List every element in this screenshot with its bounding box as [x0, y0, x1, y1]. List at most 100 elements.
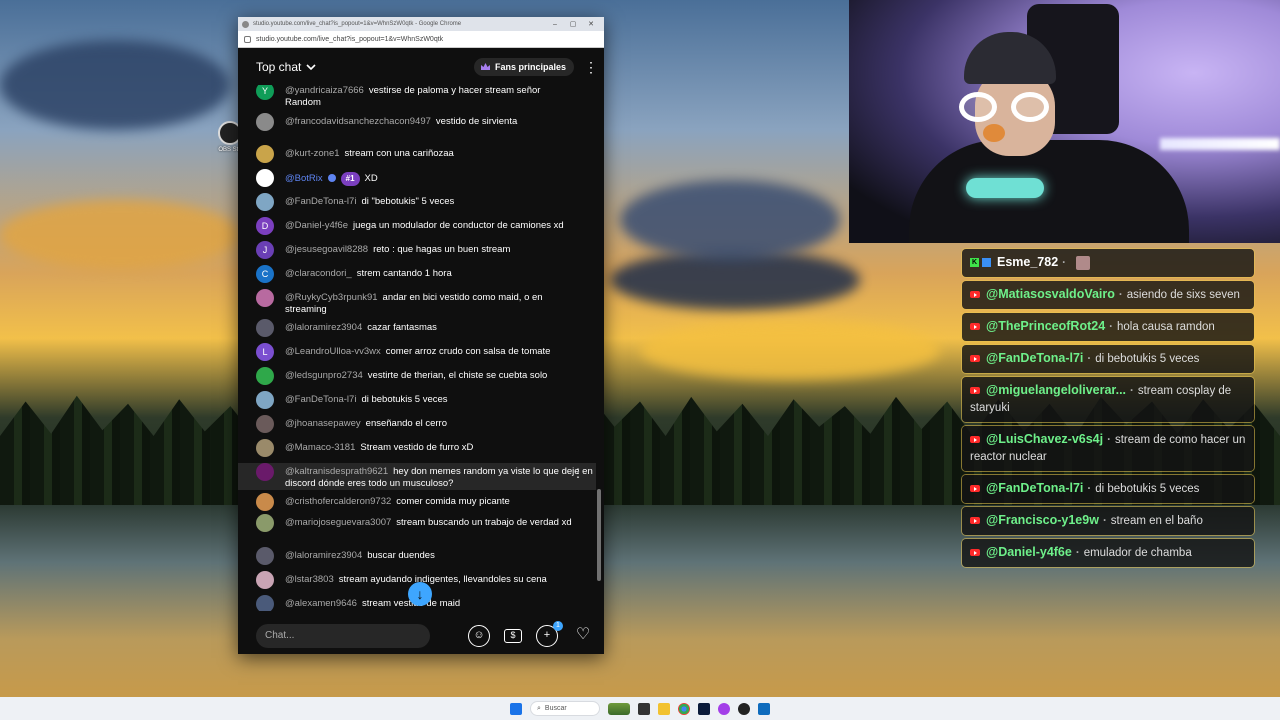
youtube-icon	[970, 517, 980, 525]
kick-icon: K	[970, 258, 979, 268]
chat-message[interactable]: @FanDeTona-l7i di bebotukis 5 veces	[256, 391, 576, 409]
emoji-icon[interactable]: ☺	[468, 624, 490, 647]
chat-input[interactable]	[256, 623, 430, 648]
chat-author[interactable]: @lstar3803	[285, 574, 334, 585]
maximize-button[interactable]: ▢	[564, 20, 582, 28]
chat-message[interactable]: @cristhofercalderon9732 comer comida muy …	[256, 493, 576, 511]
chat-author[interactable]: @kaltranisdesprath9621	[285, 466, 388, 477]
avatar[interactable]	[256, 169, 274, 187]
chat-author[interactable]: @Mamaco-3181	[285, 442, 355, 453]
avatar[interactable]	[256, 113, 274, 131]
avatar[interactable]	[256, 493, 274, 511]
chat-message[interactable]: Y @yandricaiza7666 vestirse de paloma y ha…	[256, 85, 576, 109]
chat-author[interactable]: @RuykyCyb3rpunk91	[285, 292, 378, 303]
chat-message[interactable]: J @jesusegoavil8288 reto : que hagas un bu…	[256, 241, 576, 259]
chat-author[interactable]: @claracondori_	[285, 268, 352, 279]
chat-message[interactable]: C @claracondori_ strem cantando 1 hora	[256, 265, 576, 283]
chat-author[interactable]: @kurt-zone1	[285, 148, 340, 159]
scrollbar-thumb[interactable]	[597, 489, 601, 581]
minimize-button[interactable]: –	[546, 21, 564, 28]
chat-author[interactable]: @FanDeTona-l7i	[285, 196, 356, 207]
obs-taskbar-icon[interactable]	[738, 702, 750, 715]
chat-message[interactable]: @jhoanasepawey enseñando el cerro	[256, 415, 576, 433]
site-info-icon[interactable]	[244, 35, 251, 43]
chat-message[interactable]: @BotRix #1 XD	[256, 169, 576, 187]
address-bar[interactable]: studio.youtube.com/live_chat?is_popout=1…	[238, 31, 604, 48]
chat-message-body: @laloramirez3904 buscar duendes	[285, 547, 576, 562]
chat-author[interactable]: @francodavidsanchezchacon9497	[285, 116, 431, 127]
chat-message-list[interactable]: Y @yandricaiza7666 vestirse de paloma y ha…	[238, 85, 604, 611]
avatar[interactable]	[256, 415, 274, 433]
overlay-separator: ·	[1130, 385, 1134, 397]
avatar[interactable]	[256, 571, 274, 589]
chat-author[interactable]: @jesusegoavil8288	[285, 244, 368, 255]
chat-author[interactable]: @LeandroUlloa-vv3wx	[285, 346, 381, 357]
avatar[interactable]	[256, 595, 274, 611]
webcam-clown-nose	[983, 124, 1005, 142]
chat-message[interactable]: @francodavidsanchezchacon9497 vestido de …	[256, 113, 576, 131]
widgets-icon[interactable]	[608, 702, 630, 715]
avatar[interactable]: J	[256, 241, 274, 259]
chat-author[interactable]: @BotRix	[285, 173, 323, 184]
photoshop-icon[interactable]	[698, 702, 710, 715]
avatar[interactable]	[256, 439, 274, 457]
overlay-message-text: di bebotukis 5 veces	[1095, 353, 1200, 365]
avatar[interactable]	[256, 463, 274, 481]
chat-message-text: cazar fantasmas	[367, 322, 437, 333]
chat-scrollbar[interactable]	[597, 103, 601, 625]
chat-author[interactable]: @cristhofercalderon9732	[285, 496, 391, 507]
chat-message[interactable]: @kurt-zone1 stream con una cariñozaa	[256, 145, 576, 163]
start-icon[interactable]	[510, 702, 522, 715]
chat-message[interactable]: @RuykyCyb3rpunk91 andar en bici vestido c…	[256, 289, 576, 316]
avatar[interactable]	[256, 367, 274, 385]
top-fans-button[interactable]: Fans principales	[473, 57, 574, 76]
avatar[interactable]: D	[256, 217, 274, 235]
avatar[interactable]	[256, 193, 274, 211]
add-icon[interactable]: +1	[536, 620, 563, 647]
chrome-icon[interactable]	[678, 702, 690, 715]
chat-message[interactable]: @laloramirez3904 buscar duendes	[256, 547, 576, 565]
chat-author[interactable]: @FanDeTona-l7i	[285, 394, 356, 405]
heart-icon[interactable]: ♡	[572, 625, 594, 647]
avatar[interactable]: C	[256, 265, 274, 283]
avatar[interactable]	[256, 547, 274, 565]
super-chat-icon[interactable]: $	[504, 628, 522, 643]
message-menu-icon[interactable]: ⋮	[572, 467, 584, 479]
scroll-to-bottom-button[interactable]: ↓	[408, 582, 432, 606]
more-options-icon[interactable]: ⋮	[584, 60, 598, 74]
chat-author[interactable]: @jhoanasepawey	[285, 418, 361, 429]
avatar[interactable]	[256, 391, 274, 409]
chat-author[interactable]: @mariojoseguevara3007	[285, 517, 391, 528]
file-explorer-icon[interactable]	[658, 702, 670, 715]
chat-author[interactable]: @alexamen9646	[285, 598, 357, 609]
messenger-icon[interactable]	[718, 702, 730, 715]
chat-author[interactable]: @yandricaiza7666	[285, 85, 364, 96]
avatar[interactable]	[256, 145, 274, 163]
chat-message-body: @laloramirez3904 cazar fantasmas	[285, 319, 576, 334]
avatar[interactable]	[256, 289, 274, 307]
task-view-icon[interactable]	[638, 702, 650, 715]
chat-message[interactable]: D @Daniel-y4f6e juega un modulador de cond…	[256, 217, 576, 235]
chat-message[interactable]: @kaltranisdesprath9621 hey don memes rand…	[238, 463, 596, 490]
chat-author[interactable]: @Daniel-y4f6e	[285, 220, 348, 231]
close-button[interactable]: ✕	[582, 20, 600, 28]
avatar[interactable]	[256, 319, 274, 337]
chat-message[interactable]: @laloramirez3904 cazar fantasmas	[256, 319, 576, 337]
chat-message[interactable]: @FanDeTona-l7i di "bebotukis" 5 veces	[256, 193, 576, 211]
chat-author[interactable]: @ledsgunpro2734	[285, 370, 363, 381]
avatar[interactable]: Y	[256, 85, 274, 100]
avatar[interactable]	[256, 514, 274, 532]
chat-message-body: @Daniel-y4f6e juega un modulador de condu…	[285, 217, 576, 232]
avatar[interactable]: L	[256, 343, 274, 361]
overlay-message-text: hola causa ramdon	[1117, 321, 1215, 333]
chat-mode-dropdown[interactable]: Top chat	[256, 60, 317, 74]
chat-message[interactable]: @mariojoseguevara3007 stream buscando un …	[256, 514, 576, 532]
chat-message[interactable]: L @LeandroUlloa-vv3wx comer arroz crudo co…	[256, 343, 576, 361]
overlay-separator: ·	[1075, 547, 1080, 559]
chat-message[interactable]: @Mamaco-3181 Stream vestido de furro xD	[256, 439, 576, 457]
outlook-icon[interactable]	[758, 702, 770, 715]
chat-author[interactable]: @laloramirez3904	[285, 550, 362, 561]
chat-author[interactable]: @laloramirez3904	[285, 322, 362, 333]
chat-message[interactable]: @ledsgunpro2734 vestirte de therian, el c…	[256, 367, 576, 385]
taskbar-search[interactable]: ⌕ Buscar	[530, 701, 600, 716]
